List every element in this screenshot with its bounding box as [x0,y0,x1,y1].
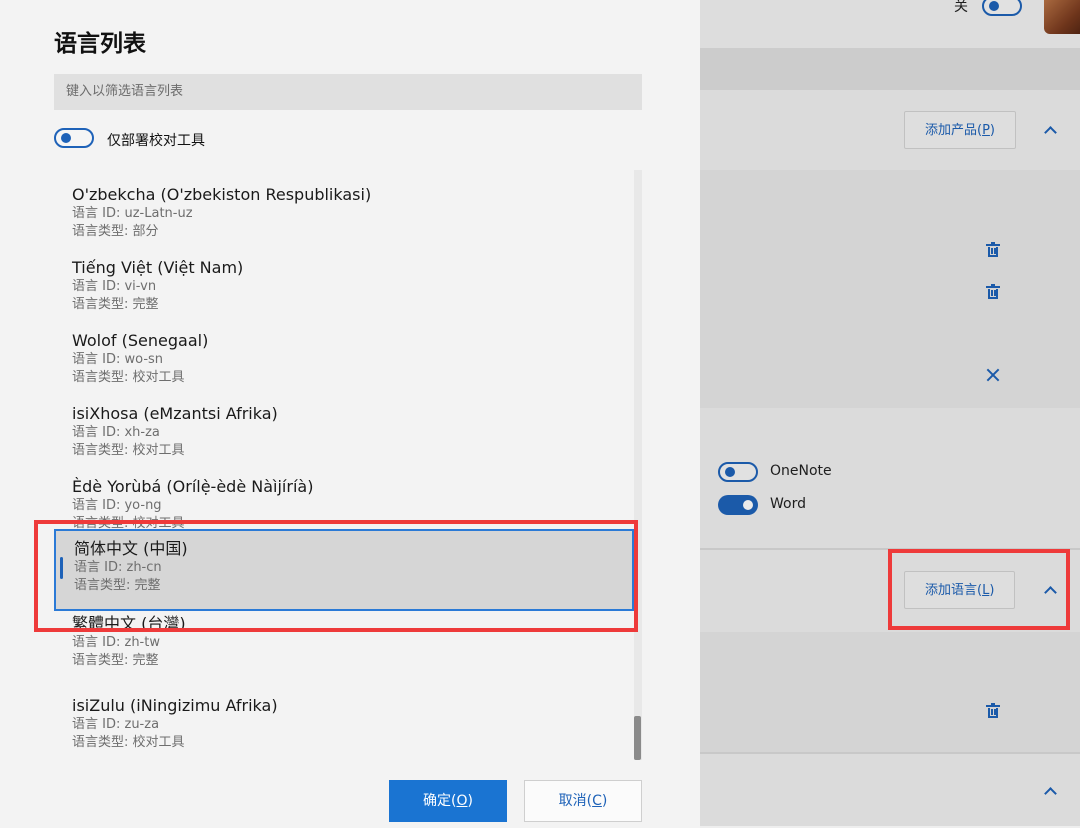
language-list-dialog: 语言列表 键入以筛选语言列表 仅部署校对工具 O'zbekcha (O'zbek… [0,0,700,826]
language-id: 语言 ID: vi-vn [72,279,157,294]
language-name: isiXhosa (eMzantsi Afrika) [72,404,278,423]
language-id: 语言 ID: zu-za [72,717,160,732]
language-name: isiZulu (iNingizimu Afrika) [72,696,278,715]
language-name: Tiếng Việt (Việt Nam) [72,258,244,277]
language-name: O'zbekcha (O'zbekiston Respublikasi) [72,185,372,204]
language-id: 语言 ID: wo-sn [72,352,164,367]
language-item[interactable]: isiXhosa (eMzantsi Afrika) 语言 ID: xh-za … [54,389,634,462]
language-type: 语言类型: 校对工具 [72,735,185,750]
language-type: 语言类型: 校对工具 [72,443,185,458]
ok-button[interactable]: 确定(O) [389,780,507,822]
language-id: 语言 ID: uz-Latn-uz [72,206,193,221]
language-id: 语言 ID: xh-za [72,425,160,440]
filter-placeholder: 键入以筛选语言列表 [66,84,184,99]
language-id: 语言 ID: yo-ng [72,498,162,513]
dialog-title: 语言列表 [54,31,146,57]
language-type: 语言类型: 校对工具 [72,370,185,385]
proofing-tools-toggle[interactable] [54,128,94,148]
language-type: 语言类型: 完整 [72,297,159,312]
add-language-highlight [888,549,1070,630]
proofing-tools-label: 仅部署校对工具 [107,133,205,149]
selected-language-highlight [34,520,638,632]
language-name: Èdè Yorùbá (Orílẹ̀-èdè Nàìjíríà) [72,477,314,496]
language-type: 语言类型: 完整 [72,653,159,668]
language-name: Wolof (Senegaal) [72,331,209,350]
language-list: O'zbekcha (O'zbekiston Respublikasi) 语言 … [54,170,634,760]
language-item[interactable]: Wolof (Senegaal) 语言 ID: wo-sn 语言类型: 校对工具 [54,316,634,389]
modal-overlay [700,0,1080,826]
language-id: 语言 ID: zh-tw [72,635,160,650]
language-type: 语言类型: 部分 [72,224,159,239]
cancel-button[interactable]: 取消(C) [524,780,642,822]
language-filter-input[interactable]: 键入以筛选语言列表 [54,74,642,110]
language-item[interactable]: O'zbekcha (O'zbekiston Respublikasi) 语言 … [54,170,634,243]
list-scrollbar-track[interactable] [634,170,642,760]
language-item[interactable]: Tiếng Việt (Việt Nam) 语言 ID: vi-vn 语言类型:… [54,243,634,316]
language-item[interactable]: isiZulu (iNingizimu Afrika) 语言 ID: zu-za… [54,681,634,754]
list-scrollbar-thumb[interactable] [634,716,641,760]
